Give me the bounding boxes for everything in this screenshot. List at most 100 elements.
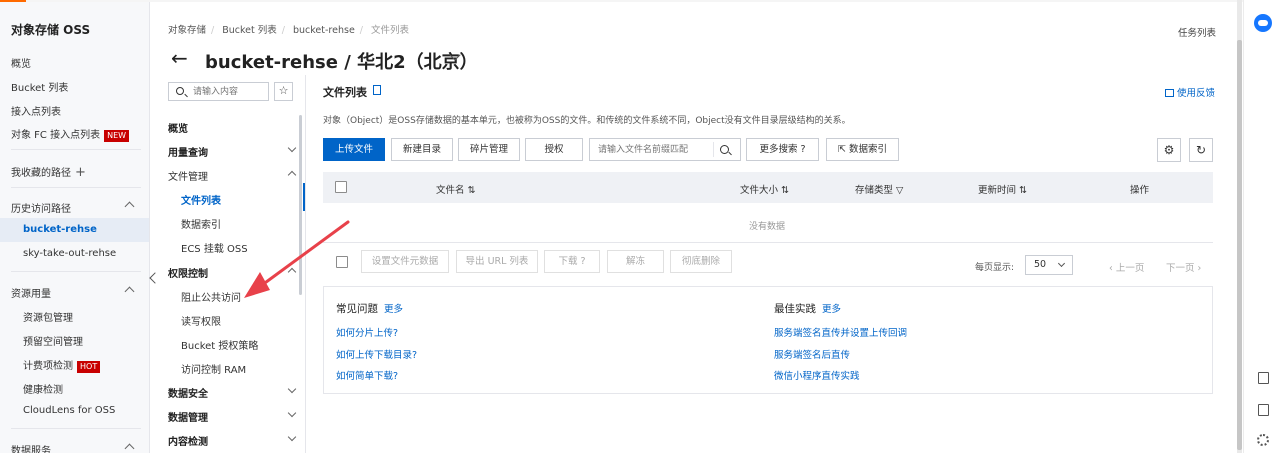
page-size-select[interactable]: 50: [1025, 255, 1073, 275]
star-icon: ☆: [278, 84, 289, 97]
faq-link[interactable]: 如何上传下载目录?: [336, 347, 417, 361]
sidebar-item-resource-usage[interactable]: 资源用量: [11, 285, 51, 300]
sort-icon[interactable]: ⇅: [468, 185, 476, 196]
back-arrow-icon[interactable]: ←: [171, 46, 188, 70]
faq-more-link[interactable]: 更多: [384, 304, 403, 315]
chevron-up-icon[interactable]: [124, 201, 135, 212]
best-practice-link[interactable]: 微信小程序直传实践: [774, 368, 860, 382]
best-practice-link[interactable]: 服务端签名直传并设置上传回调: [774, 325, 907, 339]
annotation-arrow: [244, 220, 350, 298]
export-url-button[interactable]: 导出 URL 列表: [456, 250, 538, 273]
column-updated[interactable]: 更新时间 ⇅: [978, 182, 1027, 196]
chevron-right-icon: ›: [1197, 263, 1202, 274]
sidebar-item-fc-access-points[interactable]: 对象 FC 接入点列表 NEW: [11, 126, 130, 142]
plus-icon[interactable]: +: [75, 165, 86, 180]
sort-icon[interactable]: ⇅: [1019, 185, 1027, 196]
sidebar-item-resource-packages[interactable]: 资源包管理: [23, 309, 73, 324]
fragment-management-button[interactable]: 碎片管理: [458, 138, 520, 161]
chevron-down-icon[interactable]: [287, 384, 297, 394]
select-all-checkbox[interactable]: [335, 181, 347, 193]
sidebar-item-reserved-space[interactable]: 预留空间管理: [23, 333, 83, 348]
sidebar-item-access-points[interactable]: 接入点列表: [11, 103, 61, 118]
file-search-input[interactable]: [598, 144, 713, 156]
column-filesize[interactable]: 文件大小 ⇅: [740, 182, 789, 196]
breadcrumb-current: 文件列表: [371, 25, 410, 36]
nav-search[interactable]: [168, 82, 269, 101]
feedback-icon: [1165, 89, 1174, 97]
permanent-delete-button[interactable]: 彻底删除: [670, 250, 732, 273]
page-scrollbar-thumb[interactable]: [1237, 40, 1242, 450]
chevron-down-icon[interactable]: [287, 432, 297, 442]
unfreeze-button[interactable]: 解冻: [607, 250, 664, 273]
nav-item-content-detection[interactable]: 内容检测: [168, 433, 208, 448]
faq-link[interactable]: 如何简单下载?: [336, 368, 398, 382]
nav-item-acl[interactable]: 读写权限: [181, 313, 221, 328]
best-practice-more-link[interactable]: 更多: [822, 304, 841, 315]
sort-icon[interactable]: ⇅: [781, 185, 789, 196]
chevron-up-icon[interactable]: [287, 170, 297, 180]
new-directory-button[interactable]: 新建目录: [391, 138, 453, 161]
chevron-up-icon[interactable]: [124, 286, 135, 297]
chevron-down-icon[interactable]: [287, 143, 297, 153]
settings-button[interactable]: ⚙: [1157, 138, 1181, 162]
document-icon[interactable]: [373, 85, 381, 95]
search-icon[interactable]: [720, 145, 729, 154]
sidebar-item-data-services[interactable]: 数据服务: [11, 442, 51, 453]
sidebar-divider: [11, 187, 141, 188]
nav-item-file-list[interactable]: 文件列表: [181, 192, 221, 207]
sidebar-item-health-check[interactable]: 健康检测: [23, 381, 63, 396]
column-storage-class[interactable]: 存储类型 ▽: [855, 182, 903, 196]
gear-icon[interactable]: [1257, 434, 1269, 446]
nav-item-data-management[interactable]: 数据管理: [168, 409, 208, 424]
sidebar-item-sky-take-out[interactable]: sky-take-out-rehse: [23, 248, 116, 259]
best-practice-link[interactable]: 服务端签名后直传: [774, 347, 850, 361]
data-index-button[interactable]: ⇱ 数据索引: [826, 138, 899, 161]
sidebar-item-billing-check[interactable]: 计费项检测 HOT: [23, 357, 101, 373]
next-page-button[interactable]: 下一页 ›: [1166, 260, 1201, 274]
nav-item-bucket-policy[interactable]: Bucket 授权策略: [181, 337, 258, 352]
authorize-button[interactable]: 授权: [525, 138, 583, 161]
nav-item-usage[interactable]: 用量查询: [168, 144, 208, 159]
refresh-button[interactable]: ↻: [1189, 138, 1213, 162]
nav-search-input[interactable]: [193, 85, 265, 98]
column-filename[interactable]: 文件名 ⇅: [436, 182, 476, 196]
more-search-button[interactable]: 更多搜索 ?: [746, 138, 819, 161]
nav-item-overview[interactable]: 概览: [168, 120, 188, 135]
sidebar-item-favorites[interactable]: 我收藏的路径 +: [11, 164, 86, 180]
chevron-down-icon[interactable]: [287, 408, 297, 418]
feedback-link[interactable]: 使用反馈: [1165, 85, 1215, 99]
filter-icon[interactable]: ▽: [896, 185, 903, 196]
upload-file-button[interactable]: 上传文件: [323, 138, 385, 161]
breadcrumb: 对象存储 / Bucket 列表 / bucket-rehse / 文件列表: [168, 25, 410, 36]
nav-item-data-security[interactable]: 数据安全: [168, 385, 208, 400]
left-sidebar: 对象存储 OSS 概览 Bucket 列表 接入点列表 对象 FC 接入点列表 N…: [0, 2, 150, 453]
page-scrollbar[interactable]: [1237, 0, 1242, 453]
sidebar-item-label: 对象 FC 接入点列表: [11, 130, 101, 141]
sidebar-divider: [11, 428, 141, 429]
prev-page-button[interactable]: ‹ 上一页: [1109, 260, 1144, 274]
empty-state-text: 没有数据: [749, 222, 786, 232]
task-list-link[interactable]: 任务列表: [1178, 25, 1216, 39]
sidebar-item-bucket-list[interactable]: Bucket 列表: [11, 79, 68, 94]
export-icon[interactable]: [1258, 404, 1269, 416]
sidebar-item-bucket-rehse[interactable]: bucket-rehse: [23, 224, 97, 235]
assistant-robot-icon[interactable]: [1254, 14, 1272, 32]
sidebar-item-cloudlens[interactable]: CloudLens for OSS: [23, 405, 115, 416]
sidebar-item-overview[interactable]: 概览: [11, 55, 31, 70]
sidebar-item-history[interactable]: 历史访问路径: [11, 200, 71, 215]
nav-item-ram[interactable]: 访问控制 RAM: [181, 361, 246, 376]
help-icon: ?: [800, 144, 806, 155]
faq-link[interactable]: 如何分片上传?: [336, 325, 398, 339]
breadcrumb-item[interactable]: Bucket 列表: [222, 25, 277, 36]
favorite-star-button[interactable]: ☆: [274, 82, 293, 101]
annotation-arrow-head: [244, 272, 270, 298]
document-icon[interactable]: [1258, 372, 1269, 384]
page-title: bucket-rehse / 华北2（北京）: [205, 52, 478, 73]
breadcrumb-item[interactable]: bucket-rehse: [293, 25, 355, 36]
download-button[interactable]: 下载 ?: [544, 250, 600, 273]
file-search[interactable]: [589, 138, 741, 161]
nav-item-file-management[interactable]: 文件管理: [168, 168, 208, 183]
chevron-up-icon[interactable]: [124, 443, 135, 453]
breadcrumb-item[interactable]: 对象存储: [168, 25, 206, 36]
set-metadata-button[interactable]: 设置文件元数据: [361, 250, 449, 273]
